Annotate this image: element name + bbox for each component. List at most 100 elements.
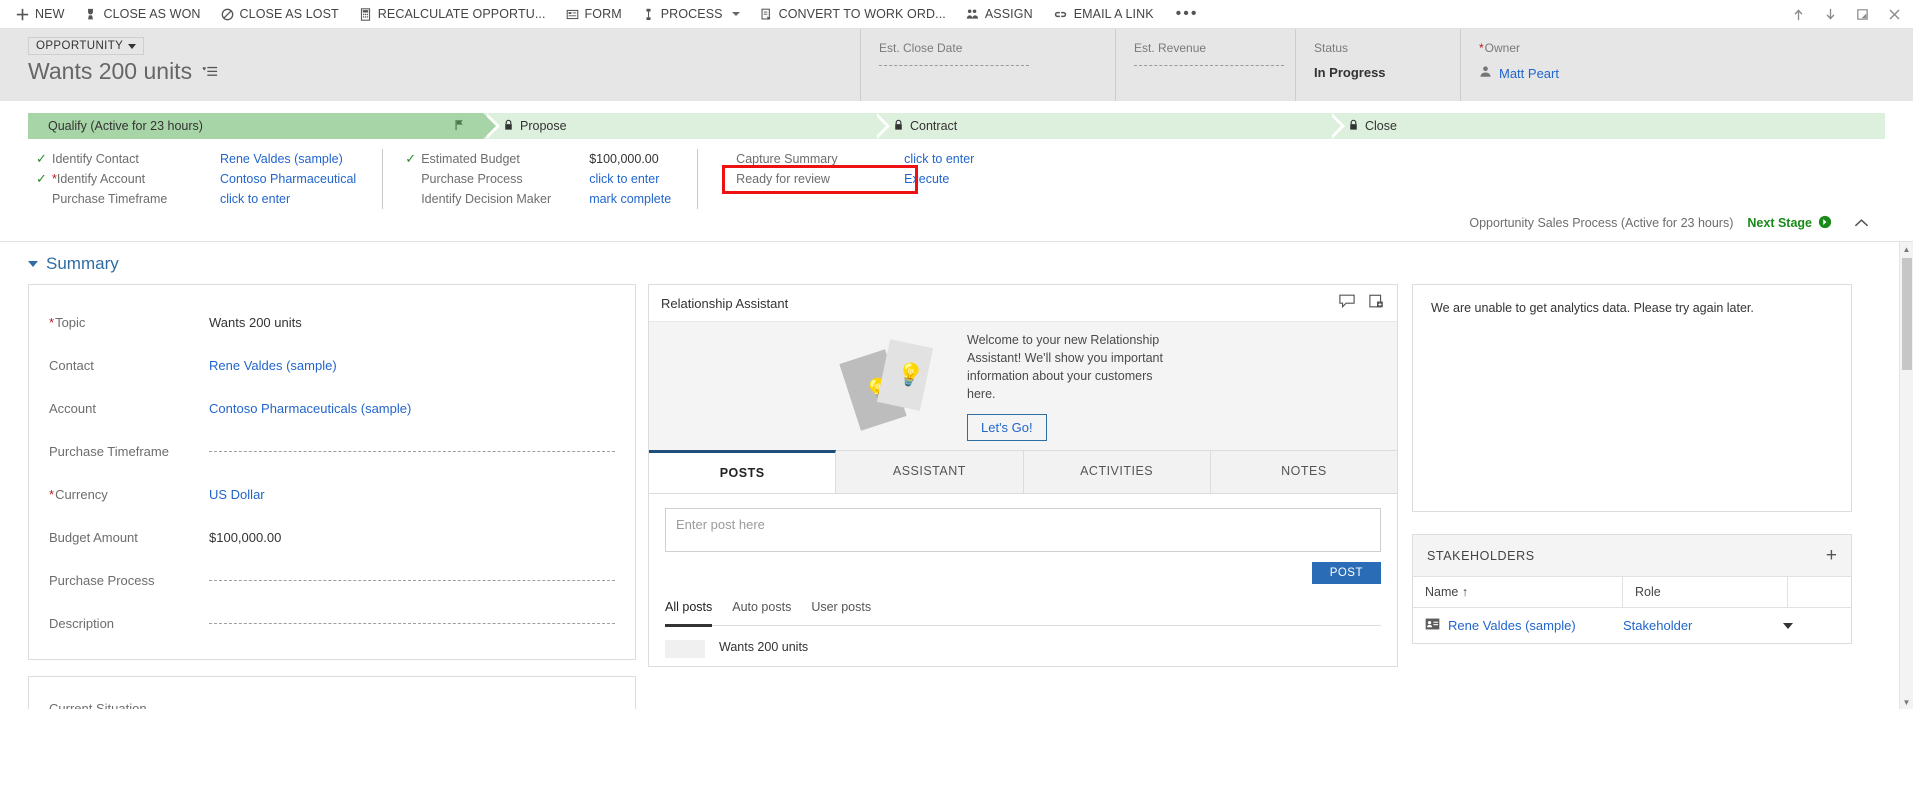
field-contact[interactable]: Contact Rene Valdes (sample) — [49, 344, 615, 387]
collapse-process-icon[interactable] — [1846, 215, 1877, 231]
next-stage-label: Next Stage — [1747, 216, 1812, 230]
field-currency[interactable]: *Currency US Dollar — [49, 473, 615, 516]
post-button-row: POST — [665, 562, 1381, 584]
bpf-step-capture-summary[interactable]: Capture Summary click to enter — [720, 149, 974, 169]
field-budget-amount[interactable]: Budget Amount $100,000.00 — [49, 516, 615, 559]
post-button[interactable]: POST — [1311, 562, 1381, 584]
header-field-est-revenue[interactable]: Est. Revenue — [1115, 29, 1295, 101]
stakeholders-column-headers: Name ↑ Role — [1413, 577, 1851, 608]
relationship-assistant-header: Relationship Assistant — [649, 285, 1397, 322]
tab-notes[interactable]: NOTES — [1210, 451, 1397, 493]
command-recalculate-opportunity[interactable]: RECALCULATE OPPORTU... — [349, 0, 556, 28]
previous-record-icon[interactable] — [1783, 1, 1813, 29]
pop-out-icon[interactable] — [1847, 1, 1877, 29]
bpf-step-value[interactable]: click to enter — [904, 152, 974, 166]
row-menu-caret-icon[interactable] — [1783, 622, 1793, 629]
header-field-owner[interactable]: *Owner Matt Peart — [1460, 29, 1913, 101]
table-row[interactable]: Rene Valdes (sample) Stakeholder — [1413, 608, 1851, 643]
bpf-step-identify-contact[interactable]: ✓ Identify Contact Rene Valdes (sample) — [36, 149, 356, 169]
assistant-welcome-text: Welcome to your new Relationship Assista… — [967, 332, 1163, 402]
command-email-a-link[interactable]: EMAIL A LINK — [1043, 0, 1164, 28]
entity-type-selector[interactable]: OPPORTUNITY — [28, 37, 145, 55]
bpf-step-identify-account[interactable]: ✓ *Identify Account Contoso Pharmaceutic… — [36, 169, 356, 189]
next-stage-button[interactable]: Next Stage — [1747, 215, 1832, 232]
assign-users-icon — [966, 8, 979, 21]
field-label-text: Topic — [55, 315, 86, 330]
lets-go-button[interactable]: Let's Go! — [967, 414, 1047, 442]
column-header-name[interactable]: Name ↑ — [1413, 577, 1623, 607]
vertical-scrollbar[interactable]: ▲ ▼ — [1899, 242, 1913, 709]
bpf-step-value[interactable]: click to enter — [589, 172, 659, 186]
column-header-role[interactable]: Role — [1623, 577, 1788, 607]
field-purchase-timeframe[interactable]: Purchase Timeframe — [49, 430, 615, 473]
close-icon[interactable] — [1879, 1, 1909, 29]
bpf-execute-action[interactable]: Execute — [904, 172, 949, 186]
owner-link[interactable]: Matt Peart — [1499, 66, 1559, 81]
command-label: CONVERT TO WORK ORD... — [778, 7, 946, 21]
status-badge: In Progress — [1314, 65, 1386, 80]
bpf-stage-contract[interactable]: Contract — [873, 113, 1345, 139]
stakeholder-name-cell: Rene Valdes (sample) — [1425, 618, 1623, 633]
bpf-step-label: Identify Decision Maker — [421, 192, 552, 206]
process-name-label: Opportunity Sales Process (Active for 23… — [1469, 216, 1734, 230]
command-bar: NEW CLOSE AS WON CLOSE AS LOST RECALCULA… — [0, 0, 1913, 29]
stakeholder-role-link[interactable]: Stakeholder — [1623, 618, 1783, 633]
bpf-step-estimated-budget[interactable]: ✓ Estimated Budget $100,000.00 — [405, 149, 671, 169]
field-topic[interactable]: *Topic Wants 200 units — [49, 301, 615, 344]
tab-activities[interactable]: ACTIVITIES — [1023, 451, 1211, 493]
stakeholders-header: STAKEHOLDERS + — [1413, 535, 1851, 577]
command-overflow-button[interactable]: ••• — [1164, 0, 1211, 28]
field-account[interactable]: Account Contoso Pharmaceuticals (sample) — [49, 387, 615, 430]
field-purchase-process[interactable]: Purchase Process — [49, 559, 615, 602]
command-assign[interactable]: ASSIGN — [956, 0, 1043, 28]
command-close-as-lost[interactable]: CLOSE AS LOST — [211, 0, 349, 28]
post-composer-area: Enter post here POST All posts Auto post… — [648, 494, 1398, 667]
scroll-up-arrow-icon[interactable]: ▲ — [1900, 242, 1913, 256]
tab-assistant[interactable]: ASSISTANT — [836, 451, 1024, 493]
header-field-label: Est. Close Date — [879, 41, 963, 55]
filter-all-posts[interactable]: All posts — [665, 600, 713, 627]
field-value-link[interactable]: US Dollar — [209, 487, 615, 502]
bpf-step-ready-for-review[interactable]: Ready for review Execute — [720, 169, 974, 189]
field-value-link[interactable]: Rene Valdes (sample) — [209, 358, 615, 373]
bpf-step-value[interactable]: mark complete — [589, 192, 671, 206]
command-new[interactable]: NEW — [6, 0, 74, 28]
calculator-icon — [359, 7, 372, 21]
field-description[interactable]: Description — [49, 602, 615, 645]
bpf-step-value[interactable]: click to enter — [220, 192, 290, 206]
scroll-down-arrow-icon[interactable]: ▼ — [1900, 695, 1913, 709]
bpf-stage-close[interactable]: Close — [1328, 113, 1885, 139]
bpf-step-label: Estimated Budget — [421, 152, 520, 166]
comment-icon[interactable] — [1339, 294, 1355, 312]
tab-posts[interactable]: POSTS — [649, 450, 837, 493]
bpf-stage-propose[interactable]: Propose — [483, 113, 890, 139]
command-close-as-won[interactable]: CLOSE AS WON — [74, 0, 210, 28]
command-convert-to-work-order[interactable]: CONVERT TO WORK ORD... — [750, 0, 956, 28]
owner-value: Matt Peart — [1479, 65, 1913, 81]
bpf-step-identify-decision-maker[interactable]: Identify Decision Maker mark complete — [405, 189, 671, 209]
required-marker: * — [1479, 41, 1484, 55]
field-label: *Currency — [49, 487, 209, 502]
summary-section-header[interactable]: Summary — [0, 242, 1899, 284]
header-field-est-close-date[interactable]: Est. Close Date — [860, 29, 1115, 101]
stakeholder-name-link[interactable]: Rene Valdes (sample) — [1448, 618, 1576, 633]
filter-user-posts[interactable]: User posts — [811, 600, 871, 619]
bpf-step-purchase-timeframe[interactable]: Purchase Timeframe click to enter — [36, 189, 356, 209]
field-value-link[interactable]: Contoso Pharmaceuticals (sample) — [209, 401, 615, 416]
filter-auto-posts[interactable]: Auto posts — [732, 600, 791, 619]
command-form[interactable]: FORM — [556, 0, 632, 28]
scrollbar-thumb[interactable] — [1902, 258, 1912, 370]
add-stakeholder-icon[interactable]: + — [1826, 546, 1837, 565]
command-process[interactable]: PROCESS — [632, 0, 750, 28]
relationship-assistant-title: Relationship Assistant — [661, 295, 789, 311]
page-title: Wants 200 units — [28, 58, 193, 84]
bpf-step-value[interactable]: Rene Valdes (sample) — [220, 152, 343, 166]
post-input[interactable]: Enter post here — [665, 508, 1381, 552]
bpf-step-purchase-process[interactable]: Purchase Process click to enter — [405, 169, 671, 189]
bpf-stage-qualify[interactable]: Qualify (Active for 23 hours) — [28, 113, 500, 139]
empty-value-dash — [1134, 65, 1284, 66]
bpf-step-value[interactable]: Contoso Pharmaceutical — [220, 172, 356, 186]
next-record-icon[interactable] — [1815, 1, 1845, 29]
add-card-icon[interactable] — [1369, 294, 1385, 312]
record-menu-icon[interactable] — [202, 65, 218, 79]
